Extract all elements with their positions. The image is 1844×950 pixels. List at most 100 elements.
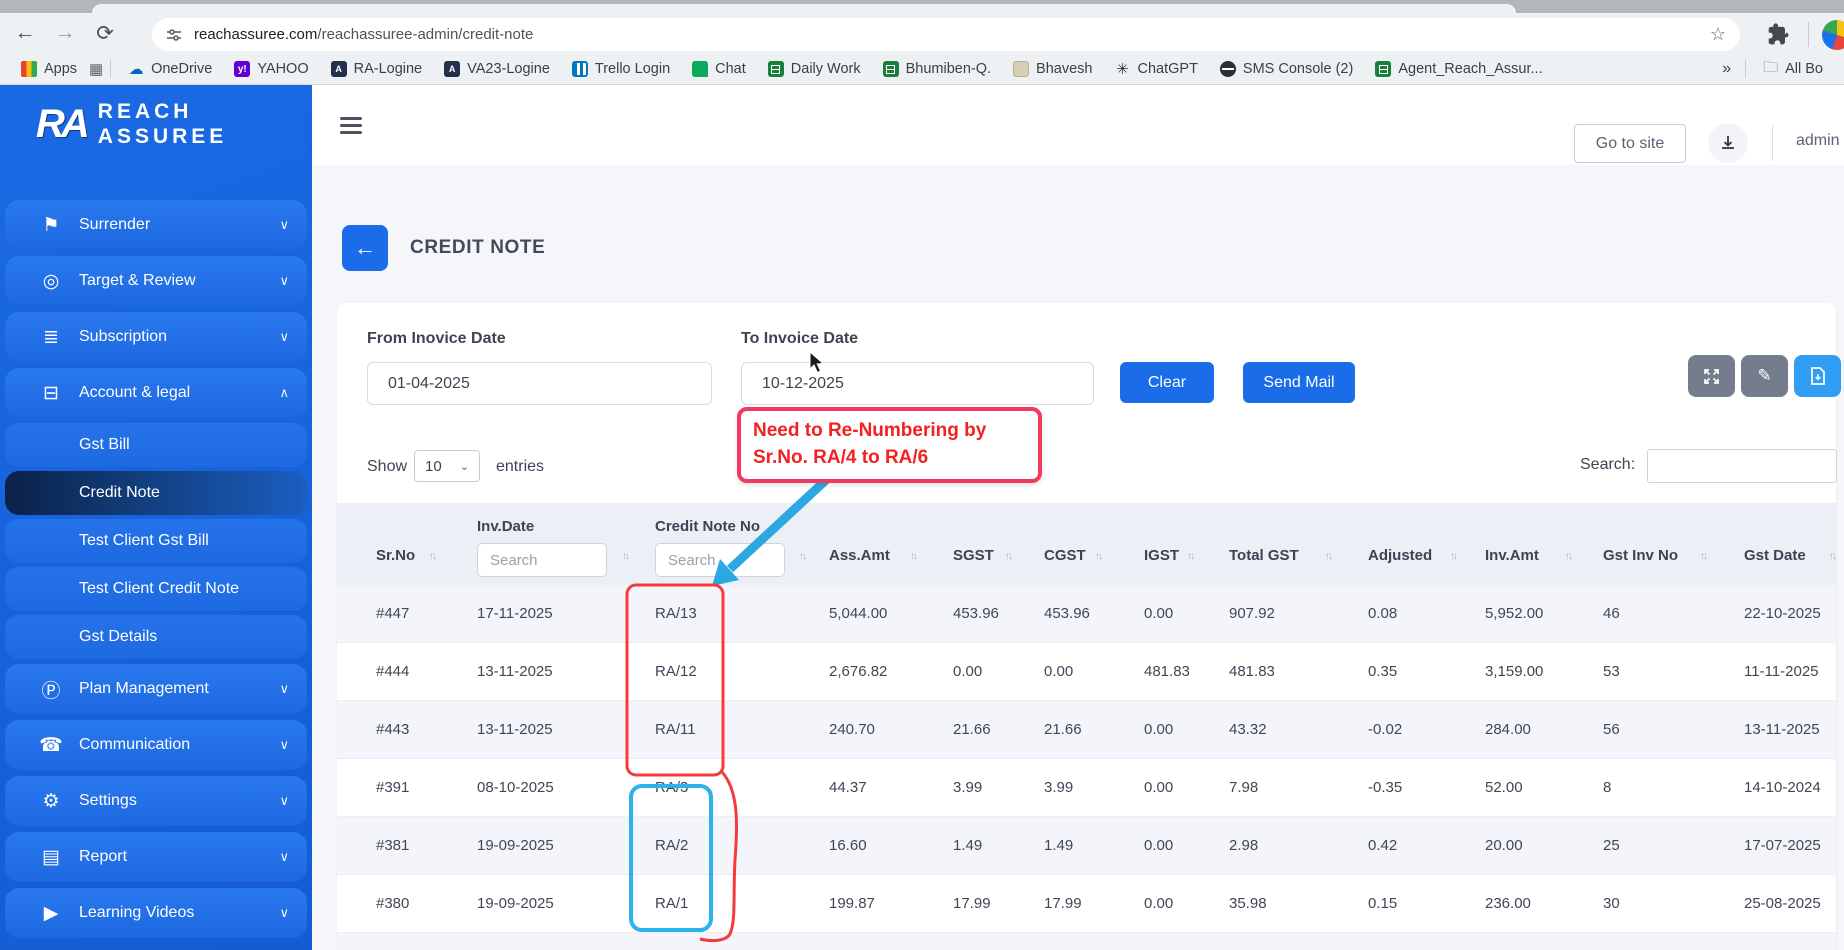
sort-icon[interactable]: ↑↓ [799,551,805,562]
sidebar-item-communication[interactable]: ☎Communication∨ [5,720,307,770]
sidebar-item-gst-details[interactable]: Gst Details [5,615,307,659]
grid-icon[interactable]: ▦ [88,61,104,77]
column-header-igst[interactable]: IGST [1144,547,1179,564]
app-logo[interactable]: RA REACHASSUREE [36,99,227,149]
bookmark-item[interactable]: Agent_Reach_Assur... [1375,61,1542,77]
sort-icon[interactable]: ↑↓ [1829,551,1835,562]
sort-icon[interactable]: ↑↓ [1700,551,1706,562]
sort-icon[interactable]: ↑↓ [429,551,435,562]
expand-button[interactable] [1688,355,1735,397]
cell: #381 [376,817,409,874]
browser-active-tab[interactable] [92,4,1516,13]
column-header-cgst[interactable]: CGST [1044,547,1086,564]
sort-icon[interactable]: ↑↓ [1187,551,1193,562]
column-header-inv-amt[interactable]: Inv.Amt [1485,547,1539,564]
bookmark-item[interactable]: SMS Console (2) [1220,61,1353,77]
column-header-adjusted[interactable]: Adjusted [1368,547,1432,564]
bookmark-item[interactable]: Bhavesh [1013,61,1092,77]
cell: 0.42 [1368,817,1397,874]
all-bookmarks-folder[interactable]: 🗀 All Bo [1763,57,1823,82]
to-invoice-date-label: To Invoice Date [741,330,858,348]
back-button[interactable]: ← [342,225,388,271]
clear-button[interactable]: Clear [1120,362,1214,403]
extensions-icon[interactable] [1764,21,1792,49]
browser-forward-icon[interactable]: → [48,16,82,50]
sort-icon[interactable]: ↑↓ [1450,551,1456,562]
sidebar-item-gst-bill[interactable]: Gst Bill [5,423,307,467]
from-invoice-date-input[interactable] [367,362,712,405]
table-row[interactable]: #39108-10-2025RA/344.373.993.990.007.98-… [337,759,1836,817]
bookmarks-overflow-chevron[interactable]: » [1722,60,1731,78]
cell: 0.00 [1044,643,1073,700]
sidebar-item-test-client-credit-note[interactable]: Test Client Credit Note [5,567,307,611]
sort-icon[interactable]: ↑↓ [910,551,916,562]
sort-icon[interactable]: ↑↓ [1565,551,1571,562]
chevron-down-icon: ∨ [279,737,289,753]
menu-toggle-icon[interactable] [340,113,362,138]
profile-avatar[interactable] [1822,20,1844,50]
column-header-ass-amt[interactable]: Ass.Amt [829,547,890,564]
edit-button[interactable]: ✎ [1741,355,1788,397]
address-bar[interactable]: reachassuree.com/reachassuree-admin/cred… [152,18,1740,51]
bookmark-item[interactable]: AVA23-Logine [444,61,550,77]
sort-icon[interactable]: ↑↓ [1005,551,1011,562]
entries-per-page-select[interactable]: 10 ⌄ [414,450,480,482]
bookmark-item[interactable]: Trello Login [572,61,670,77]
column-header-credit-note-no[interactable]: Credit Note No [655,518,760,535]
cell: 284.00 [1485,701,1531,758]
cell: 3.99 [1044,759,1073,816]
sidebar-item-plan-management[interactable]: ⓅPlan Management∨ [5,664,307,714]
column-header-sgst[interactable]: SGST [953,547,994,564]
column-header-inv-date[interactable]: Inv.Date [477,518,534,535]
sidebar-item-test-client-gst-bill[interactable]: Test Client Gst Bill [5,519,307,563]
sidebar-item-report[interactable]: ▤Report∨ [5,832,307,882]
column-search-input[interactable] [655,543,785,577]
browser-reload-icon[interactable]: ⟳ [88,16,122,50]
sidebar-item-credit-note[interactable]: Credit Note [5,471,307,515]
bookmark-item[interactable]: y!YAHOO [234,61,308,77]
bookmark-item[interactable]: ARA-Logine [331,61,423,77]
column-header-gst-inv-no[interactable]: Gst Inv No [1603,547,1678,564]
column-search-input[interactable] [477,543,607,577]
sidebar-item-surrender[interactable]: ⚑Surrender∨ [5,200,307,250]
bookmark-item[interactable]: ☁OneDrive [128,61,212,77]
sidebar-item-subscription[interactable]: ≣Subscription∨ [5,312,307,362]
send-mail-button[interactable]: Send Mail [1243,362,1355,403]
table-row[interactable]: #44717-11-2025RA/135,044.00453.96453.960… [337,585,1836,643]
table-row[interactable]: #44413-11-2025RA/122,676.820.000.00481.8… [337,643,1836,701]
site-settings-icon[interactable] [166,27,182,43]
sheets-icon [883,61,899,77]
export-file-button[interactable] [1794,355,1841,397]
go-to-site-button[interactable]: Go to site [1574,124,1686,163]
bookmark-item[interactable]: Daily Work [768,61,861,77]
sidebar-item-target-review[interactable]: ◎Target & Review∨ [5,256,307,306]
bookmark-star-icon[interactable]: ☆ [1710,24,1726,45]
chevron-down-icon: ∨ [279,905,289,921]
browser-back-icon[interactable]: ← [8,16,42,50]
toolbar-divider [1808,22,1809,47]
sidebar-item-account-legal[interactable]: ⊟Account & legal∧ [5,368,307,418]
sort-icon[interactable]: ↑↓ [1325,551,1331,562]
admin-user-label[interactable]: admin [1796,132,1840,150]
subscription-icon: ≣ [39,326,63,349]
sidebar-item-learning-videos[interactable]: ▶Learning Videos∨ [5,888,307,938]
column-header-total-gst[interactable]: Total GST [1229,547,1299,564]
to-invoice-date-input[interactable] [741,362,1094,405]
column-header-gst-date[interactable]: Gst Date [1744,547,1806,564]
column-header-sr-no[interactable]: Sr.No [376,547,415,564]
cell: RA/2 [655,817,688,874]
bookmark-item[interactable]: ✳ChatGPT [1114,61,1197,77]
bookmark-item[interactable]: Chat [692,61,746,77]
table-row[interactable]: #44313-11-2025RA/11240.7021.6621.660.004… [337,701,1836,759]
sidebar-item-settings[interactable]: ⚙Settings∨ [5,776,307,826]
table-row[interactable]: #38019-09-2025RA/1199.8717.9917.990.0035… [337,875,1836,933]
download-button[interactable] [1708,123,1748,163]
table-row[interactable]: #38119-09-2025RA/216.601.491.490.002.980… [337,817,1836,875]
sort-icon[interactable]: ↑↓ [1095,551,1101,562]
bookmark-item[interactable]: Bhumiben-Q. [883,61,991,77]
table-search-input[interactable] [1647,449,1837,483]
sort-icon[interactable]: ↑↓ [622,551,628,562]
cell: 52.00 [1485,759,1523,816]
phone-icon: ☎ [39,734,63,757]
apps-shortcut[interactable]: Apps [21,61,77,77]
